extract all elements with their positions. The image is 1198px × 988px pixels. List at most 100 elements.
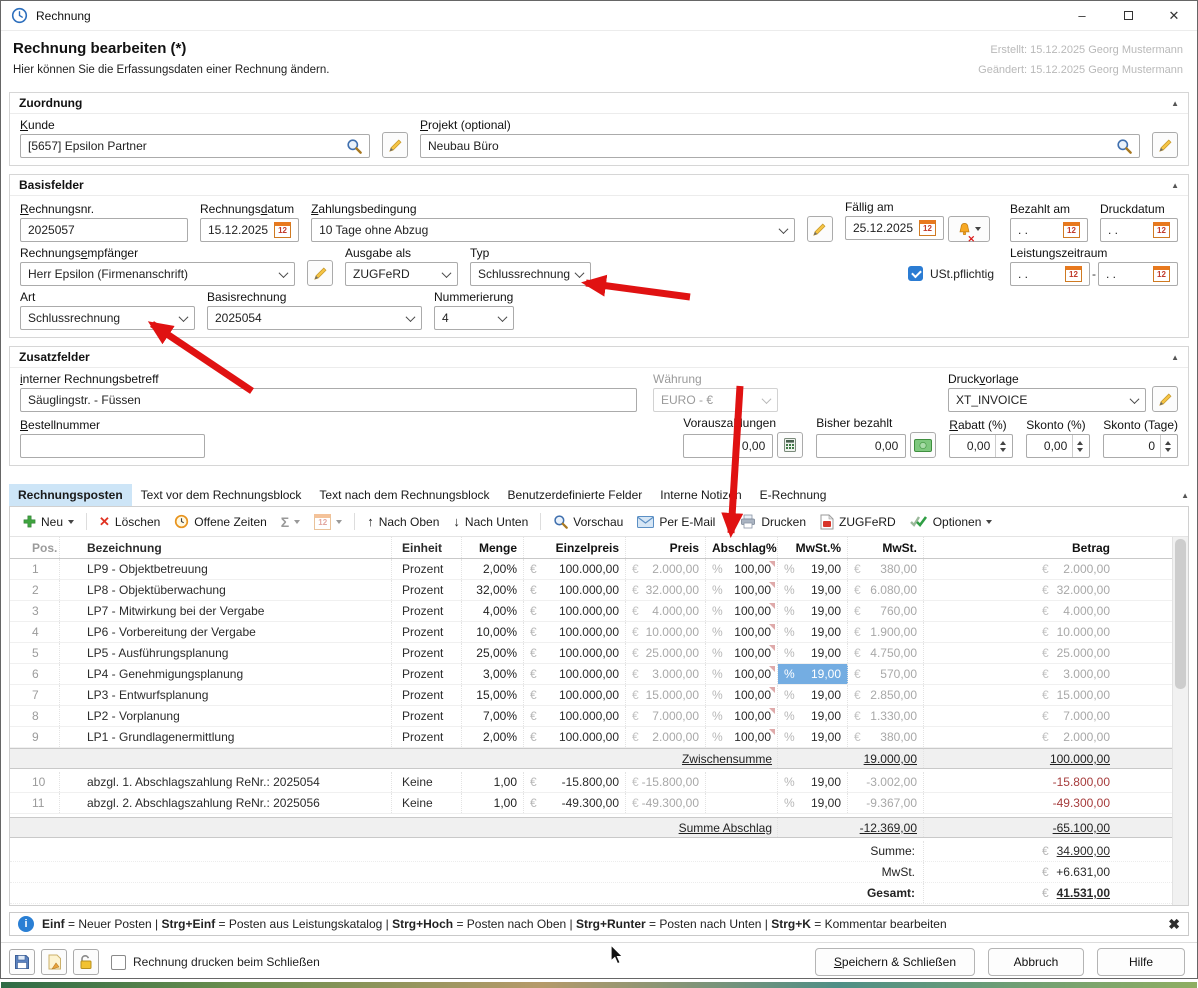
cell-mwst[interactable]: -9.367,00 bbox=[848, 793, 924, 813]
close-infobar-icon[interactable]: ✖ bbox=[1168, 916, 1180, 933]
cell-pos[interactable]: 6 bbox=[10, 664, 60, 684]
cell-einzelpreis[interactable]: €100.000,00 bbox=[524, 706, 626, 726]
table-row[interactable]: 7LP3 - EntwurfsplanungProzent15,00%€100.… bbox=[10, 685, 1172, 706]
maximize-button[interactable] bbox=[1105, 1, 1151, 30]
cell-einheit[interactable]: Keine bbox=[392, 772, 462, 792]
cell-mwst-pct[interactable]: %19,00 bbox=[778, 559, 848, 579]
cell-pos[interactable]: 3 bbox=[10, 601, 60, 621]
col-header-mwst-pct[interactable]: MwSt.% bbox=[778, 537, 848, 558]
scrollbar-thumb[interactable] bbox=[1175, 539, 1186, 689]
cell-bezeichnung[interactable]: LP7 - Mitwirkung bei der Vergabe bbox=[60, 601, 392, 621]
cell-betrag[interactable]: €15.000,00 bbox=[924, 685, 1172, 705]
cell-preis[interactable]: €-49.300,00 bbox=[626, 793, 706, 813]
tab-5[interactable]: Interne Notizen bbox=[651, 484, 750, 506]
tab-1[interactable]: Rechnungsposten bbox=[9, 484, 132, 506]
spinner-arrows-icon[interactable] bbox=[1160, 435, 1174, 457]
cell-abschlag[interactable]: %100,00 bbox=[706, 706, 778, 726]
cell-betrag[interactable]: €2.000,00 bbox=[924, 727, 1172, 747]
projekt-edit-button[interactable] bbox=[1152, 132, 1178, 158]
cell-preis[interactable]: €7.000,00 bbox=[626, 706, 706, 726]
collapse-icon[interactable]: ▲ bbox=[1181, 491, 1189, 500]
cell-mwst[interactable]: €6.080,00 bbox=[848, 580, 924, 600]
cell-pos[interactable]: 2 bbox=[10, 580, 60, 600]
cell-mwst-pct[interactable]: %19,00 bbox=[778, 643, 848, 663]
cell-abschlag[interactable] bbox=[706, 793, 778, 813]
cell-mwst-pct[interactable]: %19,00 bbox=[778, 772, 848, 792]
cell-betrag[interactable]: €32.000,00 bbox=[924, 580, 1172, 600]
cell-preis[interactable]: €2.000,00 bbox=[626, 559, 706, 579]
tab-6[interactable]: E-Rechnung bbox=[751, 484, 836, 506]
sum-button[interactable]: Σ bbox=[276, 511, 305, 533]
calendar-icon[interactable] bbox=[1065, 266, 1082, 282]
cell-einheit[interactable]: Keine bbox=[392, 793, 462, 813]
rechnungsempfaenger-edit-button[interactable] bbox=[307, 260, 333, 286]
collapse-icon[interactable]: ▲ bbox=[1171, 181, 1179, 190]
cell-betrag[interactable]: €10.000,00 bbox=[924, 622, 1172, 642]
cell-pos[interactable]: 7 bbox=[10, 685, 60, 705]
cell-menge[interactable]: 3,00% bbox=[462, 664, 524, 684]
cell-pos[interactable]: 9 bbox=[10, 727, 60, 747]
help-button[interactable]: Hilfe bbox=[1097, 948, 1185, 976]
cell-mwst-pct[interactable]: %19,00 bbox=[778, 727, 848, 747]
cell-mwst[interactable]: -3.002,00 bbox=[848, 772, 924, 792]
ust-pflichtig-checkbox[interactable] bbox=[908, 266, 923, 281]
table-row[interactable]: 10abzgl. 1. Abschlagszahlung ReNr.: 2025… bbox=[10, 772, 1172, 793]
cell-bezeichnung[interactable]: abzgl. 1. Abschlagszahlung ReNr.: 202505… bbox=[60, 772, 392, 792]
cell-menge[interactable]: 1,00 bbox=[462, 793, 524, 813]
cell-bezeichnung[interactable]: LP1 - Grundlagenermittlung bbox=[60, 727, 392, 747]
zahlungsbedingung-select[interactable]: 10 Tage ohne Abzug bbox=[311, 218, 795, 242]
cell-betrag[interactable]: €4.000,00 bbox=[924, 601, 1172, 621]
cell-einheit[interactable]: Prozent bbox=[392, 580, 462, 600]
bestellnummer-input[interactable] bbox=[20, 434, 205, 458]
skonto-pct-stepper[interactable]: 0,00 bbox=[1026, 434, 1090, 458]
cell-mwst-pct[interactable]: %19,00 bbox=[778, 706, 848, 726]
col-header-einheit[interactable]: Einheit bbox=[392, 537, 462, 558]
calendar-icon[interactable] bbox=[1153, 222, 1170, 238]
tab-4[interactable]: Benutzerdefinierte Felder bbox=[499, 484, 652, 506]
druckvorlage-edit-button[interactable] bbox=[1152, 386, 1178, 412]
cell-einheit[interactable]: Prozent bbox=[392, 706, 462, 726]
table-row[interactable]: 1LP9 - ObjektbetreuungProzent2,00%€100.0… bbox=[10, 559, 1172, 580]
nummerierung-select[interactable]: 4 bbox=[434, 306, 514, 330]
col-header-pos[interactable]: Pos. bbox=[10, 537, 60, 558]
table-row[interactable]: 3LP7 - Mitwirkung bei der VergabeProzent… bbox=[10, 601, 1172, 622]
cell-bezeichnung[interactable]: abzgl. 2. Abschlagszahlung ReNr.: 202505… bbox=[60, 793, 392, 813]
table-row[interactable]: 9LP1 - GrundlagenermittlungProzent2,00%€… bbox=[10, 727, 1172, 748]
art-select[interactable]: Schlussrechnung bbox=[20, 306, 195, 330]
cell-betrag[interactable]: €25.000,00 bbox=[924, 643, 1172, 663]
cell-mwst[interactable]: €1.900,00 bbox=[848, 622, 924, 642]
kunde-input[interactable]: [5657] Epsilon Partner bbox=[20, 134, 370, 158]
cell-preis[interactable]: €10.000,00 bbox=[626, 622, 706, 642]
cell-mwst[interactable]: €1.330,00 bbox=[848, 706, 924, 726]
cell-einzelpreis[interactable]: €100.000,00 bbox=[524, 727, 626, 747]
cell-einheit[interactable]: Prozent bbox=[392, 685, 462, 705]
cell-mwst[interactable]: €2.850,00 bbox=[848, 685, 924, 705]
per-email-button[interactable]: Per E-Mail bbox=[632, 512, 720, 532]
cell-pos[interactable]: 8 bbox=[10, 706, 60, 726]
calendar-icon[interactable] bbox=[1153, 266, 1170, 282]
print-on-close-checkbox[interactable] bbox=[111, 955, 126, 970]
optionen-button[interactable]: Optionen bbox=[905, 512, 998, 532]
cell-menge[interactable]: 1,00 bbox=[462, 772, 524, 792]
cell-einzelpreis[interactable]: €100.000,00 bbox=[524, 601, 626, 621]
cell-einheit[interactable]: Prozent bbox=[392, 664, 462, 684]
cell-mwst-pct[interactable]: %19,00 bbox=[778, 601, 848, 621]
col-header-preis[interactable]: Preis bbox=[626, 537, 706, 558]
cell-mwst[interactable]: €570,00 bbox=[848, 664, 924, 684]
cell-mwst[interactable]: €380,00 bbox=[848, 559, 924, 579]
cell-betrag[interactable]: €3.000,00 bbox=[924, 664, 1172, 684]
cell-preis[interactable]: €32.000,00 bbox=[626, 580, 706, 600]
betreff-input[interactable]: Säuglingstr. - Füssen bbox=[20, 388, 637, 412]
cell-preis[interactable]: €2.000,00 bbox=[626, 727, 706, 747]
drucken-button[interactable]: Drucken bbox=[735, 511, 811, 532]
cell-pos[interactable]: 11 bbox=[10, 793, 60, 813]
cell-einheit[interactable]: Prozent bbox=[392, 643, 462, 663]
cell-abschlag[interactable]: %100,00 bbox=[706, 664, 778, 684]
cell-preis[interactable]: €3.000,00 bbox=[626, 664, 706, 684]
cell-mwst[interactable]: €4.750,00 bbox=[848, 643, 924, 663]
rechnungsempfaenger-select[interactable]: Herr Epsilon (Firmenanschrift) bbox=[20, 262, 295, 286]
cell-preis[interactable]: €-15.800,00 bbox=[626, 772, 706, 792]
cell-mwst-pct[interactable]: %19,00 bbox=[778, 622, 848, 642]
minimize-button[interactable]: – bbox=[1059, 1, 1105, 30]
cell-pos[interactable]: 5 bbox=[10, 643, 60, 663]
